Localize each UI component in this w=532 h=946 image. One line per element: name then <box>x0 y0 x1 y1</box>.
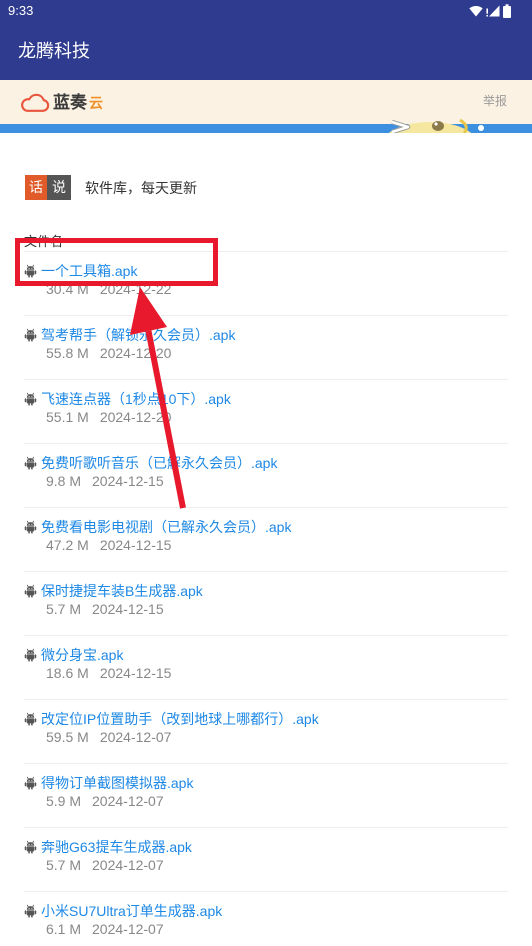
file-date: 2024-12-07 <box>92 793 164 809</box>
file-size: 5.7 M <box>46 601 82 617</box>
file-size: 9.8 M <box>46 473 82 489</box>
file-date: 2024-12-15 <box>99 665 172 681</box>
file-date: 2024-12-07 <box>99 729 172 745</box>
file-list: 一个工具箱.apk 30.4 M 2024-12-22 驾考帮手（解锁永久会员）.… <box>24 252 508 946</box>
file-list-item[interactable]: 得物订单截图模拟器.apk 5.9 M 2024-12-07 <box>24 764 508 828</box>
file-meta: 18.6 M 2024-12-15 <box>24 664 508 682</box>
logo-suffix: 云 <box>89 94 103 111</box>
file-size: 30.4 M <box>46 281 89 297</box>
file-list-item[interactable]: 改定位IP位置助手（改到地球上哪都行）.apk 59.5 M 2024-12-07 <box>24 700 508 764</box>
file-meta: 9.8 M 2024-12-15 <box>24 472 508 490</box>
file-title-line: 驾考帮手（解锁永久会员）.apk <box>24 326 508 344</box>
file-size: 59.5 M <box>46 729 89 745</box>
file-list-item[interactable]: 小米SU7Ultra订单生成器.apk 6.1 M 2024-12-07 <box>24 892 508 946</box>
file-name-link[interactable]: 一个工具箱.apk <box>41 262 137 280</box>
file-size: 55.1 M <box>46 409 89 425</box>
file-list-item[interactable]: 驾考帮手（解锁永久会员）.apk 55.8 M 2024-12-20 <box>24 316 508 380</box>
file-name-link[interactable]: 改定位IP位置助手（改到地球上哪都行）.apk <box>41 710 319 728</box>
file-title-line: 改定位IP位置助手（改到地球上哪都行）.apk <box>24 710 508 728</box>
cloud-icon <box>21 93 50 112</box>
android-icon <box>24 328 37 342</box>
file-date: 2024-12-22 <box>99 281 172 297</box>
file-name-link[interactable]: 奔驰G63提车生成器.apk <box>41 838 192 856</box>
file-title-line: 微分身宝.apk <box>24 646 508 664</box>
status-icons <box>466 4 511 18</box>
file-date: 2024-12-20 <box>99 409 172 425</box>
file-name-link[interactable]: 免费听歌听音乐（已解永久会员）.apk <box>41 454 277 472</box>
file-meta: 6.1 M 2024-12-07 <box>24 920 508 938</box>
android-icon <box>24 392 37 406</box>
status-time: 9:33 <box>8 3 34 18</box>
file-name-link[interactable]: 飞速连点器（1秒点10下）.apk <box>41 390 231 408</box>
file-name-link[interactable]: 保时捷提车装B生成器.apk <box>41 582 203 600</box>
badge-right: 说 <box>47 175 71 200</box>
file-date: 2024-12-15 <box>92 601 164 617</box>
file-size: 5.9 M <box>46 793 82 809</box>
file-list-item[interactable]: 免费看电影电视剧（已解永久会员）.apk 47.2 M 2024-12-15 <box>24 508 508 572</box>
file-size: 55.8 M <box>46 345 89 361</box>
file-name-link[interactable]: 微分身宝.apk <box>41 646 123 664</box>
file-list-item[interactable]: 微分身宝.apk 18.6 M 2024-12-15 <box>24 636 508 700</box>
file-list-header: 文件名 <box>24 232 508 252</box>
file-title-line: 奔驰G63提车生成器.apk <box>24 838 508 856</box>
cartoon-decoration <box>388 118 484 133</box>
top-bar: 9:33 龙腾科技 <box>0 0 532 80</box>
signal-icon <box>486 5 500 17</box>
badge-left: 话 <box>25 175 47 200</box>
file-meta: 59.5 M 2024-12-07 <box>24 728 508 746</box>
file-title-line: 小米SU7Ultra订单生成器.apk <box>24 902 508 920</box>
logo-text: 蓝奏 <box>53 92 87 112</box>
file-list-item[interactable]: 飞速连点器（1秒点10下）.apk 55.1 M 2024-12-20 <box>24 380 508 444</box>
report-link[interactable]: 举报 <box>483 94 507 108</box>
file-meta: 55.1 M 2024-12-20 <box>24 408 508 426</box>
file-meta: 47.2 M 2024-12-15 <box>24 536 508 554</box>
file-meta: 5.9 M 2024-12-07 <box>24 792 508 810</box>
battery-icon <box>503 4 511 18</box>
file-date: 2024-12-07 <box>92 921 164 937</box>
file-name-link[interactable]: 小米SU7Ultra订单生成器.apk <box>41 902 222 920</box>
file-title-line: 飞速连点器（1秒点10下）.apk <box>24 390 508 408</box>
lanzou-logo: 蓝奏 云 <box>18 91 103 114</box>
app-title: 龙腾科技 <box>18 41 90 61</box>
android-icon <box>24 520 37 534</box>
file-name-link[interactable]: 得物订单截图模拟器.apk <box>41 774 193 792</box>
file-date: 2024-12-07 <box>92 857 164 873</box>
android-icon <box>24 776 37 790</box>
file-size: 18.6 M <box>46 665 89 681</box>
file-size: 6.1 M <box>46 921 82 937</box>
android-icon <box>24 840 37 854</box>
android-icon <box>24 712 37 726</box>
status-bar: 9:33 <box>0 0 532 22</box>
file-title-line: 一个工具箱.apk <box>24 262 508 280</box>
android-icon <box>24 904 37 918</box>
android-icon <box>24 584 37 598</box>
banner-strip <box>0 118 532 133</box>
file-meta: 5.7 M 2024-12-07 <box>24 856 508 874</box>
android-icon <box>24 456 37 470</box>
notice-badge: 话 说 <box>25 175 71 200</box>
android-icon <box>24 648 37 662</box>
file-meta: 5.7 M 2024-12-15 <box>24 600 508 618</box>
file-title-line: 免费看电影电视剧（已解永久会员）.apk <box>24 518 508 536</box>
file-size: 47.2 M <box>46 537 89 553</box>
file-name-link[interactable]: 免费看电影电视剧（已解永久会员）.apk <box>41 518 291 536</box>
file-title-line: 免费听歌听音乐（已解永久会员）.apk <box>24 454 508 472</box>
android-icon <box>24 264 37 278</box>
file-list-item[interactable]: 免费听歌听音乐（已解永久会员）.apk 9.8 M 2024-12-15 <box>24 444 508 508</box>
wifi-icon <box>469 5 483 17</box>
file-name-link[interactable]: 驾考帮手（解锁永久会员）.apk <box>41 326 235 344</box>
file-size: 5.7 M <box>46 857 82 873</box>
file-meta: 55.8 M 2024-12-20 <box>24 344 508 362</box>
file-meta: 30.4 M 2024-12-22 <box>24 280 508 298</box>
file-title-line: 保时捷提车装B生成器.apk <box>24 582 508 600</box>
file-date: 2024-12-15 <box>92 473 164 489</box>
file-title-line: 得物订单截图模拟器.apk <box>24 774 508 792</box>
file-list-item[interactable]: 保时捷提车装B生成器.apk 5.7 M 2024-12-15 <box>24 572 508 636</box>
notice-bar: 话 说 软件库，每天更新 <box>0 175 532 200</box>
file-list-item[interactable]: 一个工具箱.apk 30.4 M 2024-12-22 <box>24 252 508 316</box>
file-date: 2024-12-20 <box>99 345 172 361</box>
file-list-item[interactable]: 奔驰G63提车生成器.apk 5.7 M 2024-12-07 <box>24 828 508 892</box>
notice-text: 软件库，每天更新 <box>85 179 197 196</box>
file-date: 2024-12-15 <box>99 537 172 553</box>
